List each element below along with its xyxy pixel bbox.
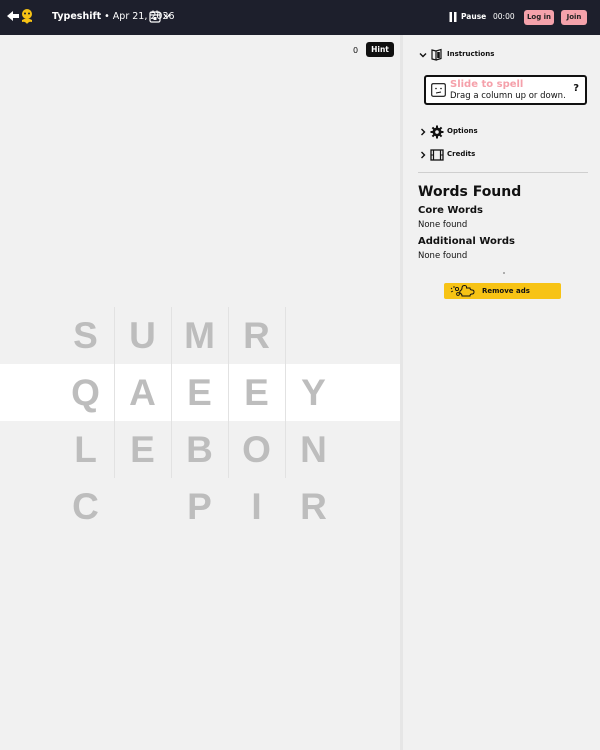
options-label: Options [447, 127, 478, 135]
title-separator: • [101, 11, 113, 22]
column-separator [285, 421, 286, 478]
core-words-heading: Core Words [418, 205, 483, 216]
letter-tile-col5-row4[interactable]: R [285, 478, 342, 535]
column-separator [171, 421, 172, 478]
gear-icon [430, 125, 444, 139]
letter-tile-col5-row2[interactable]: Y [285, 364, 342, 421]
back-arrow-icon[interactable] [6, 9, 20, 23]
letter-tile-col5-row3[interactable]: N [285, 421, 342, 478]
remove-ads-button[interactable]: Remove ads [444, 283, 561, 299]
instructions-label: Instructions [447, 50, 495, 58]
letter-tile-col3-row3[interactable]: B [171, 421, 228, 478]
column-separator [114, 421, 115, 478]
chevron-down-icon [419, 53, 427, 58]
chevron-right-icon [421, 128, 426, 136]
sad-face-icon [431, 83, 446, 97]
additional-words-status: None found [418, 251, 468, 261]
calendar-icon[interactable] [149, 10, 161, 23]
book-icon [431, 48, 442, 61]
puzzle-sparkle-icon [450, 284, 475, 297]
letter-tile-col3-row4[interactable]: P [171, 478, 228, 535]
top-bar: Typeshift • Apr 21, 2026 Pause 00:00 Log… [0, 0, 600, 35]
options-toggle[interactable]: Options [419, 125, 539, 139]
instructions-text: Drag a column up or down. [450, 91, 566, 101]
film-icon [430, 149, 444, 161]
letter-tile-col2-row1[interactable]: U [114, 307, 171, 364]
pause-button[interactable]: Pause [461, 12, 486, 21]
letter-tile-col3-row1[interactable]: M [171, 307, 228, 364]
letter-tile-col4-row1[interactable]: R [228, 307, 285, 364]
letter-tile-col3-row2[interactable]: E [171, 364, 228, 421]
letter-tile-col1-row1[interactable]: S [57, 307, 114, 364]
letter-tile-col1-row4[interactable]: C [57, 478, 114, 535]
hint-button[interactable]: Hint [366, 42, 394, 57]
column-separator [285, 307, 286, 421]
help-icon[interactable]: ? [573, 83, 579, 94]
letter-tile-col2-row3[interactable]: E [114, 421, 171, 478]
game-board: 0 Hint SQLCUAEMEBPREOIYNR [0, 35, 400, 750]
credits-toggle[interactable]: Credits [419, 148, 539, 162]
app-name: Typeshift [52, 11, 102, 22]
letter-tile-col2-row2[interactable]: A [114, 364, 171, 421]
column-separator [114, 307, 115, 421]
instructions-card: Slide to spell Drag a column up or down.… [424, 75, 587, 105]
column-separator [171, 307, 172, 421]
letter-tile-col1-row3[interactable]: L [57, 421, 114, 478]
letter-tile-col1-row2[interactable]: Q [57, 364, 114, 421]
column-separator [228, 307, 229, 421]
chevron-down-icon[interactable] [163, 13, 171, 19]
pause-icon[interactable] [449, 12, 457, 22]
instructions-title: Slide to spell [450, 79, 524, 90]
hint-count: 0 [353, 46, 359, 55]
additional-words-heading: Additional Words [418, 236, 515, 247]
game-timer: 00:00 [493, 12, 515, 21]
letter-tile-col4-row3[interactable]: O [228, 421, 285, 478]
core-words-status: None found [418, 220, 468, 230]
side-panel: Instructions Slide to spell Drag a colum… [400, 35, 600, 750]
instructions-toggle[interactable]: Instructions [419, 48, 539, 62]
words-found-heading: Words Found [418, 184, 522, 200]
letter-tile-col4-row2[interactable]: E [228, 364, 285, 421]
credits-label: Credits [447, 150, 476, 158]
remove-ads-label: Remove ads [482, 287, 530, 295]
loading-dot [503, 272, 505, 274]
login-button[interactable]: Log in [524, 10, 554, 25]
column-separator [228, 421, 229, 478]
letter-tile-col4-row4[interactable]: I [228, 478, 285, 535]
typeshift-mascot-icon[interactable] [19, 8, 35, 26]
chevron-right-icon [421, 151, 426, 159]
join-button[interactable]: Join [561, 10, 587, 25]
panel-divider [418, 172, 588, 173]
